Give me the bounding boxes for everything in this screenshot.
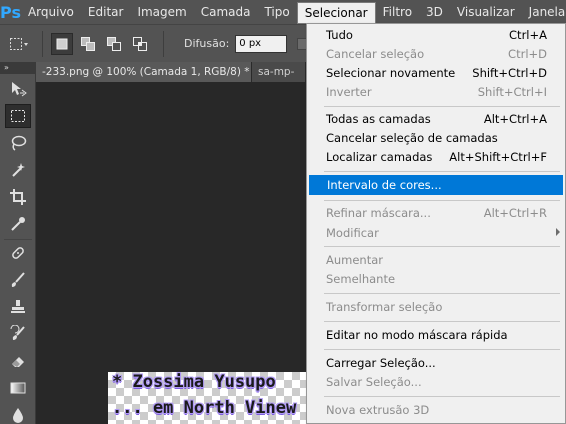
menu-editar[interactable]: Editar [81, 0, 131, 24]
menu-item-semelhante[interactable]: Semelhante [308, 269, 564, 289]
menu-tipo[interactable]: Tipo [257, 0, 296, 24]
menu-imagem[interactable]: Imagem [130, 0, 193, 24]
menu-separator [324, 171, 560, 172]
menu-item-label: Editar no modo máscara rápida [326, 328, 508, 342]
menu-separator [324, 200, 560, 201]
menu-separator [324, 321, 560, 322]
menu-item-nova-extrusao-3d[interactable]: Nova extrusão 3D [308, 400, 564, 420]
menu-item-label: Localizar camadas [326, 150, 433, 164]
tab-document-2[interactable]: sa-mp- [252, 62, 306, 82]
menu-item-localizar-camadas[interactable]: Localizar camadas Alt+Shift+Ctrl+F [308, 147, 564, 167]
menu-item-shortcut: Alt+Shift+Ctrl+F [449, 150, 547, 164]
menu-janela[interactable]: Janela [522, 0, 566, 24]
menu-item-transformar-selecao[interactable]: Transformar seleção [308, 297, 564, 317]
eyedropper-tool-icon[interactable] [5, 212, 31, 236]
menu-separator [324, 293, 560, 294]
menu-item-label: Selecionar novamente [326, 66, 456, 80]
tab-title: sa-mp- [258, 66, 295, 78]
magic-wand-tool-icon[interactable] [5, 158, 31, 182]
canvas-area[interactable]: * Zossima Yusupo ... em North Vinew [36, 82, 308, 424]
menu-separator [324, 106, 560, 107]
menu-item-label: Intervalo de cores... [327, 178, 442, 192]
menu-visualizar[interactable]: Visualizar [450, 0, 522, 24]
photoshop-window: Ps Arquivo Editar Imagem Camada Tipo Sel… [0, 0, 566, 424]
menu-item-modificar[interactable]: Modificar [308, 223, 564, 243]
menu-item-label: Modificar [326, 226, 379, 240]
selecionar-menu-dropdown: Tudo Ctrl+A Cancelar seleção Ctrl+D Seleci… [306, 23, 566, 424]
menu-3d[interactable]: 3D [419, 0, 450, 24]
tool-preset-marquee-icon[interactable] [8, 33, 30, 55]
rectangular-marquee-tool-icon[interactable] [5, 104, 31, 128]
menu-item-refinar-mascara[interactable]: Refinar máscara... Alt+Ctrl+R [308, 203, 564, 223]
clone-stamp-tool-icon[interactable] [5, 295, 31, 319]
menu-item-editar-mascara-rapida[interactable]: Editar no modo máscara rápida [308, 325, 564, 345]
menu-separator [324, 246, 560, 247]
menu-item-shortcut: Ctrl+A [509, 28, 547, 42]
new-selection-button[interactable] [51, 32, 73, 55]
options-separator [42, 30, 43, 57]
tab-title: -233.png @ 100% (Camada 1, RGB/8) * [42, 66, 250, 78]
menu-item-shortcut: Alt+Ctrl+A [483, 112, 547, 126]
menu-separator [324, 349, 560, 350]
menu-item-label: Aumentar [326, 253, 384, 267]
menu-item-aumentar[interactable]: Aumentar [308, 250, 564, 270]
add-to-selection-button[interactable] [77, 33, 99, 55]
lasso-tool-icon[interactable] [5, 131, 31, 155]
menu-item-label: Tudo [326, 28, 353, 42]
tools-panel-collapse[interactable]: » [0, 62, 36, 74]
options-separator [163, 30, 164, 57]
menu-item-label: Cancelar seleção [326, 47, 425, 61]
menu-item-inverter[interactable]: Inverter Shift+Ctrl+I [308, 82, 564, 102]
feather-label: Difusão: [184, 37, 230, 50]
gradient-tool-icon[interactable] [5, 376, 31, 400]
menu-item-label: Cancelar seleção de camadas [326, 131, 498, 145]
menu-item-carregar-selecao[interactable]: Carregar Seleção... [308, 353, 564, 373]
menu-item-shortcut: Shift+Ctrl+D [472, 66, 547, 80]
menu-item-label: Carregar Seleção... [326, 356, 436, 370]
document-canvas[interactable]: * Zossima Yusupo ... em North Vinew [108, 372, 308, 424]
menu-arquivo[interactable]: Arquivo [21, 0, 81, 24]
feather-input[interactable] [235, 34, 288, 53]
submenu-arrow-icon [556, 228, 560, 236]
menu-item-shortcut: Alt+Ctrl+R [483, 206, 547, 220]
menu-item-selecionar-novamente[interactable]: Selecionar novamente Shift+Ctrl+D [308, 63, 564, 83]
menu-item-cancelar-selecao[interactable]: Cancelar seleção Ctrl+D [308, 44, 564, 64]
menu-item-cancelar-selecao-de-camadas[interactable]: Cancelar seleção de camadas [308, 128, 564, 148]
menu-item-label: Transformar seleção [326, 300, 443, 314]
menu-filtro[interactable]: Filtro [376, 0, 419, 24]
menu-item-label: Semelhante [326, 272, 396, 286]
menu-bar: Ps Arquivo Editar Imagem Camada Tipo Sel… [0, 0, 566, 24]
blur-tool-icon[interactable] [5, 403, 31, 424]
menu-item-label: Todas as camadas [326, 112, 431, 126]
subtract-from-selection-button[interactable] [103, 33, 125, 55]
history-brush-tool-icon[interactable] [5, 322, 31, 346]
tab-document-active[interactable]: -233.png @ 100% (Camada 1, RGB/8) *× [36, 62, 252, 82]
menu-item-salvar-selecao[interactable]: Salvar Seleção... [308, 372, 564, 392]
intersect-selection-button[interactable] [129, 33, 151, 55]
document-text-line-1: * Zossima Yusupo [112, 372, 276, 392]
menu-item-intervalo-de-cores[interactable]: Intervalo de cores... [309, 175, 563, 195]
photoshop-logo: Ps [0, 2, 21, 22]
menu-item-label: Inverter [326, 85, 372, 99]
menu-item-shortcut: Ctrl+D [508, 47, 547, 61]
document-text-line-2: ... em North Vinew [112, 398, 297, 418]
crop-tool-icon[interactable] [5, 185, 31, 209]
menu-item-shortcut: Shift+Ctrl+I [477, 85, 547, 99]
healing-brush-tool-icon[interactable] [5, 241, 31, 265]
menu-item-label: Salvar Seleção... [326, 375, 422, 389]
move-tool-icon[interactable] [5, 77, 31, 101]
menu-item-todas-as-camadas[interactable]: Todas as camadas Alt+Ctrl+A [308, 109, 564, 129]
menu-selecionar[interactable]: Selecionar [296, 1, 376, 24]
document-tabs: -233.png @ 100% (Camada 1, RGB/8) *× sa-… [36, 62, 306, 82]
menu-separator [324, 396, 560, 397]
menu-item-label: Nova extrusão 3D [326, 403, 430, 417]
menu-camada[interactable]: Camada [194, 0, 258, 24]
eraser-tool-icon[interactable] [5, 349, 31, 373]
tools-separator [4, 239, 32, 240]
tools-panel [0, 74, 36, 424]
brush-tool-icon[interactable] [5, 268, 31, 292]
menu-item-label: Refinar máscara... [326, 206, 431, 220]
menu-item-tudo[interactable]: Tudo Ctrl+A [308, 25, 564, 45]
